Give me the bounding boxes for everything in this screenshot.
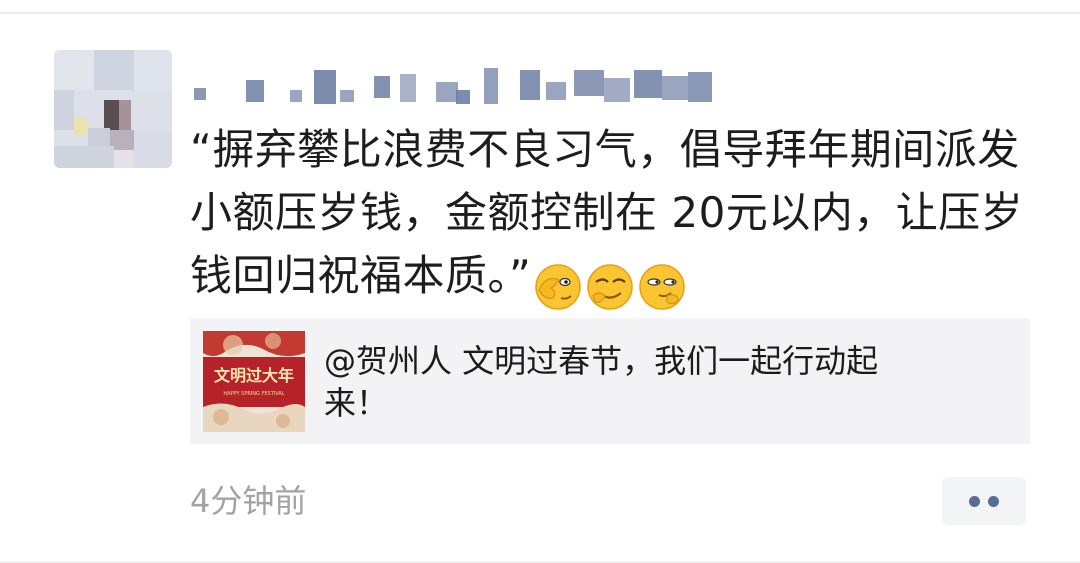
post-text: “摒弃攀比浪费不良习气，倡导拜年期间派发小额压岁钱，金额控制在 20元以内，让压… <box>190 118 1050 315</box>
facepalm-emoji-icon <box>535 263 582 310</box>
emoji-row <box>533 252 689 315</box>
link-thumbnail: 文明过大年 HAPPY SPRING FESTIVAL <box>203 331 305 432</box>
post-timestamp: 4分钟前 <box>190 482 307 520</box>
moments-post: “摒弃攀比浪费不良习气，倡导拜年期间派发小额压岁钱，金额控制在 20元以内，让压… <box>0 0 1080 563</box>
username-link[interactable] <box>190 66 720 108</box>
smirk-emoji-icon <box>587 263 634 310</box>
more-actions-button[interactable] <box>942 477 1026 525</box>
spring-festival-banner-image: 文明过大年 HAPPY SPRING FESTIVAL <box>203 331 305 432</box>
banner-subtitle: HAPPY SPRING FESTIVAL <box>223 391 284 397</box>
link-card-title: @贺州人 文明过春节，我们一起行动起来！ <box>324 342 879 422</box>
more-dots-icon <box>988 496 999 507</box>
avatar[interactable] <box>54 50 172 168</box>
more-dots-icon <box>969 496 980 507</box>
shared-link-card[interactable]: 文明过大年 HAPPY SPRING FESTIVAL @贺州人 文明过春节，我… <box>190 318 1030 444</box>
banner-title: 文明过大年 <box>214 366 294 385</box>
sly-emoji-icon <box>639 263 686 310</box>
top-divider <box>0 12 1080 14</box>
